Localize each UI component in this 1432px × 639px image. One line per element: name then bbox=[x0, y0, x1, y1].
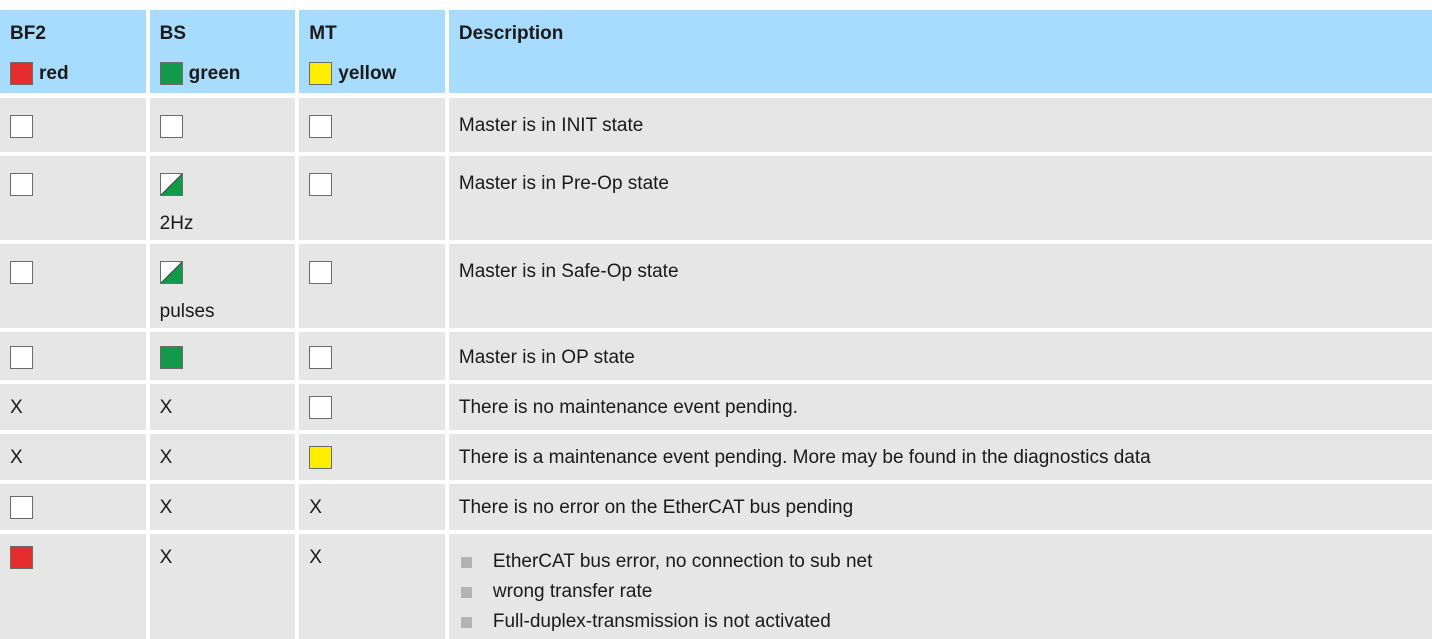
led-yellow-on-icon bbox=[309, 446, 333, 470]
row-description: There is no error on the EtherCAT bus pe… bbox=[458, 497, 854, 518]
column-title-bf2: BF2 bbox=[10, 23, 46, 44]
row-description: Master is in OP state bbox=[458, 347, 635, 368]
dont-care-mark: X bbox=[159, 447, 173, 468]
table-row: X X There is a maintenance event pending… bbox=[0, 434, 1432, 480]
led-blinking-green-icon bbox=[159, 261, 183, 285]
led-off-icon bbox=[10, 173, 33, 197]
row-description: There is a maintenance event pending. Mo… bbox=[458, 447, 1151, 468]
list-item: EtherCAT bus error, no connection to sub… bbox=[459, 547, 1422, 577]
bullet-square-icon bbox=[460, 556, 472, 568]
list-item: wrong transfer rate bbox=[459, 577, 1422, 607]
led-off-icon bbox=[309, 346, 333, 370]
table-header: BF2 red BS green MT yellow Description bbox=[0, 10, 1432, 93]
led-red-on-icon bbox=[10, 546, 33, 570]
red-led-icon bbox=[10, 62, 33, 85]
list-item: Full-duplex-transmission is not activate… bbox=[459, 607, 1422, 637]
table-row: pulses Master is in Safe-Op state bbox=[0, 244, 1432, 328]
led-off-icon bbox=[309, 115, 333, 139]
dont-care-mark: X bbox=[10, 447, 23, 468]
bullet-square-icon bbox=[460, 616, 472, 628]
led-off-icon bbox=[159, 115, 183, 139]
column-title-bs: BS bbox=[159, 23, 187, 44]
header-cell-bs: BS green bbox=[149, 10, 296, 93]
column-title-mt: MT bbox=[309, 23, 337, 44]
green-led-icon bbox=[159, 62, 183, 85]
led-label-green: green bbox=[188, 62, 241, 84]
led-off-icon bbox=[10, 115, 33, 139]
led-blinking-green-icon bbox=[159, 173, 183, 197]
dont-care-mark: X bbox=[159, 547, 173, 568]
table-row: X X There is no error on the EtherCAT bu… bbox=[0, 484, 1432, 530]
dont-care-mark: X bbox=[10, 397, 23, 418]
led-green-on-icon bbox=[159, 346, 183, 370]
table-row: Master is in OP state bbox=[0, 332, 1432, 380]
table-row: 2Hz Master is in Pre-Op state bbox=[0, 156, 1432, 240]
blink-frequency-label: 2Hz bbox=[159, 213, 194, 235]
row-description: Master is in INIT state bbox=[458, 115, 644, 136]
led-off-icon bbox=[309, 261, 333, 285]
led-off-icon bbox=[10, 261, 33, 285]
row-description: Master is in Pre-Op state bbox=[458, 173, 669, 194]
dont-care-mark: X bbox=[159, 397, 173, 418]
row-description: There is no maintenance event pending. bbox=[458, 397, 798, 418]
dont-care-mark: X bbox=[309, 497, 322, 518]
bullet-square-icon bbox=[460, 586, 472, 598]
header-cell-mt: MT yellow bbox=[299, 10, 445, 93]
led-label-yellow: yellow bbox=[338, 62, 397, 84]
dont-care-mark: X bbox=[159, 497, 173, 518]
row-description: Master is in Safe-Op state bbox=[458, 261, 679, 282]
led-status-table: BF2 red BS green MT yellow Description M… bbox=[0, 0, 1432, 639]
table-row: Master is in INIT state bbox=[0, 98, 1432, 152]
header-cell-bf2: BF2 red bbox=[0, 10, 146, 93]
led-off-icon bbox=[309, 173, 333, 197]
error-cause-list: EtherCAT bus error, no connection to sub… bbox=[459, 547, 1422, 637]
led-off-icon bbox=[10, 346, 33, 370]
led-off-icon bbox=[10, 496, 33, 520]
table-row: X X There is no maintenance event pendin… bbox=[0, 384, 1432, 430]
column-title-description: Description bbox=[458, 23, 564, 44]
yellow-led-icon bbox=[309, 62, 333, 85]
led-label-red: red bbox=[39, 62, 69, 84]
table-row: X X EtherCAT bus error, no connection to… bbox=[0, 534, 1432, 639]
blink-pattern-label: pulses bbox=[159, 301, 215, 323]
header-cell-description: Description bbox=[448, 10, 1432, 93]
dont-care-mark: X bbox=[309, 547, 322, 568]
led-off-icon bbox=[309, 396, 333, 420]
